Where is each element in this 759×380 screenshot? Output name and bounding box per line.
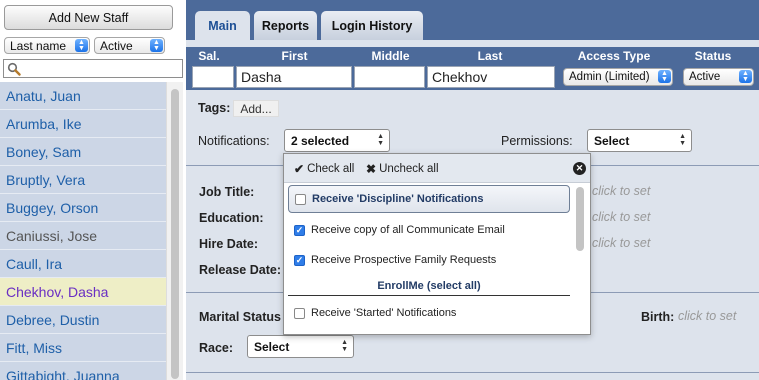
checkmark-icon: ✔ bbox=[294, 162, 305, 176]
first-header: First bbox=[281, 49, 308, 63]
select-arrows-icon: ▲ ▼ bbox=[75, 39, 88, 52]
tab-reports[interactable]: Reports bbox=[254, 11, 317, 40]
notifications-dropdown[interactable]: 2 selected ▲ ▼ bbox=[284, 129, 390, 152]
staff-list: Anatu, Juan Arumba, Ike Boney, Sam Bruptly,… bbox=[0, 82, 166, 380]
staff-list-item[interactable]: Chekhov, Dasha bbox=[0, 278, 166, 306]
x-icon: ✖ bbox=[366, 162, 377, 176]
option-label: Receive 'Discipline' Notifications bbox=[312, 193, 484, 205]
staff-list-item[interactable]: Bruptly, Vera bbox=[0, 166, 166, 194]
updown-arrows-icon: ▲ ▼ bbox=[679, 133, 686, 147]
staff-list-item[interactable]: Buggey, Orson bbox=[0, 194, 166, 222]
option-communicate-email[interactable]: ✓ Receive copy of all Communicate Email bbox=[288, 216, 570, 244]
first-name-field[interactable]: Dasha bbox=[236, 66, 352, 88]
staff-list-item[interactable]: Fitt, Miss bbox=[0, 334, 166, 362]
section-divider bbox=[186, 372, 759, 373]
race-value: Select bbox=[254, 339, 290, 354]
race-label: Race: bbox=[199, 341, 234, 355]
birth-click-to-set[interactable]: click to set bbox=[678, 309, 736, 323]
checkbox-checked[interactable]: ✓ bbox=[294, 224, 305, 236]
hire-date-click-to-set[interactable]: click to set bbox=[592, 236, 650, 250]
sal-header: Sal. bbox=[198, 49, 220, 63]
hire-date-label: Hire Date: bbox=[199, 237, 259, 251]
notifications-label: Notifications: bbox=[198, 134, 270, 148]
uncheck-all-label: Uncheck all bbox=[379, 163, 439, 175]
education-label: Education: bbox=[199, 211, 264, 225]
option-label: Receive 'Started' Notifications bbox=[311, 307, 457, 319]
staff-list-item[interactable]: Caull, Ira bbox=[0, 250, 166, 278]
close-icon[interactable]: ✕ bbox=[573, 162, 586, 175]
select-arrows-icon: ▲ ▼ bbox=[150, 39, 163, 52]
group-divider bbox=[288, 295, 570, 296]
checkbox[interactable] bbox=[294, 307, 305, 319]
select-arrows-icon: ▲ ▼ bbox=[658, 70, 671, 83]
last-name-field[interactable]: Chekhov bbox=[427, 66, 555, 88]
middle-name-field[interactable] bbox=[354, 66, 425, 88]
status-filter-select[interactable]: Active ▲ ▼ bbox=[94, 37, 165, 54]
uncheck-all-button[interactable]: ✖ Uncheck all bbox=[366, 162, 439, 176]
staff-list-item[interactable]: Anatu, Juan bbox=[0, 82, 166, 110]
status-select[interactable]: Active ▲ ▼ bbox=[683, 68, 754, 86]
updown-arrows-icon: ▲ ▼ bbox=[341, 339, 348, 353]
option-label: Receive copy of all Communicate Email bbox=[311, 224, 505, 236]
job-title-click-to-set[interactable]: click to set bbox=[592, 184, 650, 198]
option-label: Receive Prospective Family Requests bbox=[311, 254, 497, 266]
education-click-to-set[interactable]: click to set bbox=[592, 210, 650, 224]
sal-field[interactable] bbox=[192, 66, 234, 88]
option-discipline[interactable]: Receive 'Discipline' Notifications bbox=[288, 185, 570, 213]
release-date-label: Release Date: bbox=[199, 263, 281, 277]
tab-login-history[interactable]: Login History bbox=[321, 11, 423, 40]
popup-header: ✔ Check all ✖ Uncheck all ✕ bbox=[284, 154, 590, 183]
access-type-header: Access Type bbox=[577, 49, 651, 63]
add-new-staff-button[interactable]: Add New Staff bbox=[4, 5, 173, 30]
status-header: Status bbox=[694, 49, 732, 63]
enrollme-group-label[interactable]: EnrollMe (select all) bbox=[288, 280, 570, 292]
staff-list-item[interactable]: Arumba, Ike bbox=[0, 110, 166, 138]
middle-header: Middle bbox=[371, 49, 410, 63]
job-title-label: Job Title: bbox=[199, 185, 255, 199]
check-all-button[interactable]: ✔ Check all bbox=[294, 162, 354, 176]
race-dropdown[interactable]: Select ▲ ▼ bbox=[247, 335, 354, 358]
checkbox-checked[interactable]: ✓ bbox=[294, 254, 305, 266]
permissions-label: Permissions: bbox=[501, 134, 573, 148]
status-value: Active bbox=[689, 71, 721, 83]
popup-scrollbar[interactable] bbox=[576, 187, 584, 251]
staff-search-box[interactable] bbox=[3, 59, 183, 78]
sort-select[interactable]: Last name ▲ ▼ bbox=[4, 37, 90, 54]
last-header: Last bbox=[477, 49, 503, 63]
permissions-value: Select bbox=[594, 133, 630, 148]
staff-list-item[interactable]: Debree, Dustin bbox=[0, 306, 166, 334]
access-type-value: Admin (Limited) bbox=[569, 71, 650, 83]
access-type-select[interactable]: Admin (Limited) ▲ ▼ bbox=[563, 68, 673, 86]
tags-label: Tags: bbox=[198, 101, 231, 115]
search-icon bbox=[7, 62, 21, 76]
checkbox[interactable] bbox=[295, 193, 306, 205]
staff-sidebar: Add New Staff Last name ▲ ▼ Active ▲ ▼ Ana… bbox=[0, 0, 183, 380]
staff-list-item[interactable]: Gittabight, Juanna bbox=[0, 362, 166, 380]
option-started[interactable]: Receive 'Started' Notifications bbox=[288, 299, 570, 327]
tab-main[interactable]: Main bbox=[195, 11, 250, 40]
option-prospective-family[interactable]: ✓ Receive Prospective Family Requests bbox=[288, 246, 570, 274]
select-arrows-icon: ▲ ▼ bbox=[739, 70, 752, 83]
notifications-value: 2 selected bbox=[291, 133, 350, 148]
add-tag-button[interactable]: Add... bbox=[233, 100, 279, 117]
staff-list-item[interactable]: Caniussi, Jose bbox=[0, 222, 166, 250]
staff-list-item[interactable]: Boney, Sam bbox=[0, 138, 166, 166]
staff-search-input[interactable] bbox=[24, 61, 179, 76]
updown-arrows-icon: ▲ ▼ bbox=[377, 133, 384, 147]
sort-select-value: Last name bbox=[10, 38, 67, 53]
marital-status-label: Marital Status bbox=[199, 310, 281, 324]
status-filter-value: Active bbox=[100, 38, 133, 53]
scrollbar-thumb[interactable] bbox=[171, 89, 179, 379]
staff-list-scrollbar[interactable] bbox=[166, 82, 183, 380]
check-all-label: Check all bbox=[307, 163, 355, 175]
notifications-popup: ✔ Check all ✖ Uncheck all ✕ Receive 'Dis… bbox=[283, 153, 591, 335]
birth-label: Birth: bbox=[641, 310, 675, 324]
permissions-dropdown[interactable]: Select ▲ ▼ bbox=[587, 129, 692, 152]
tab-bar: Main Reports Login History bbox=[186, 0, 759, 40]
